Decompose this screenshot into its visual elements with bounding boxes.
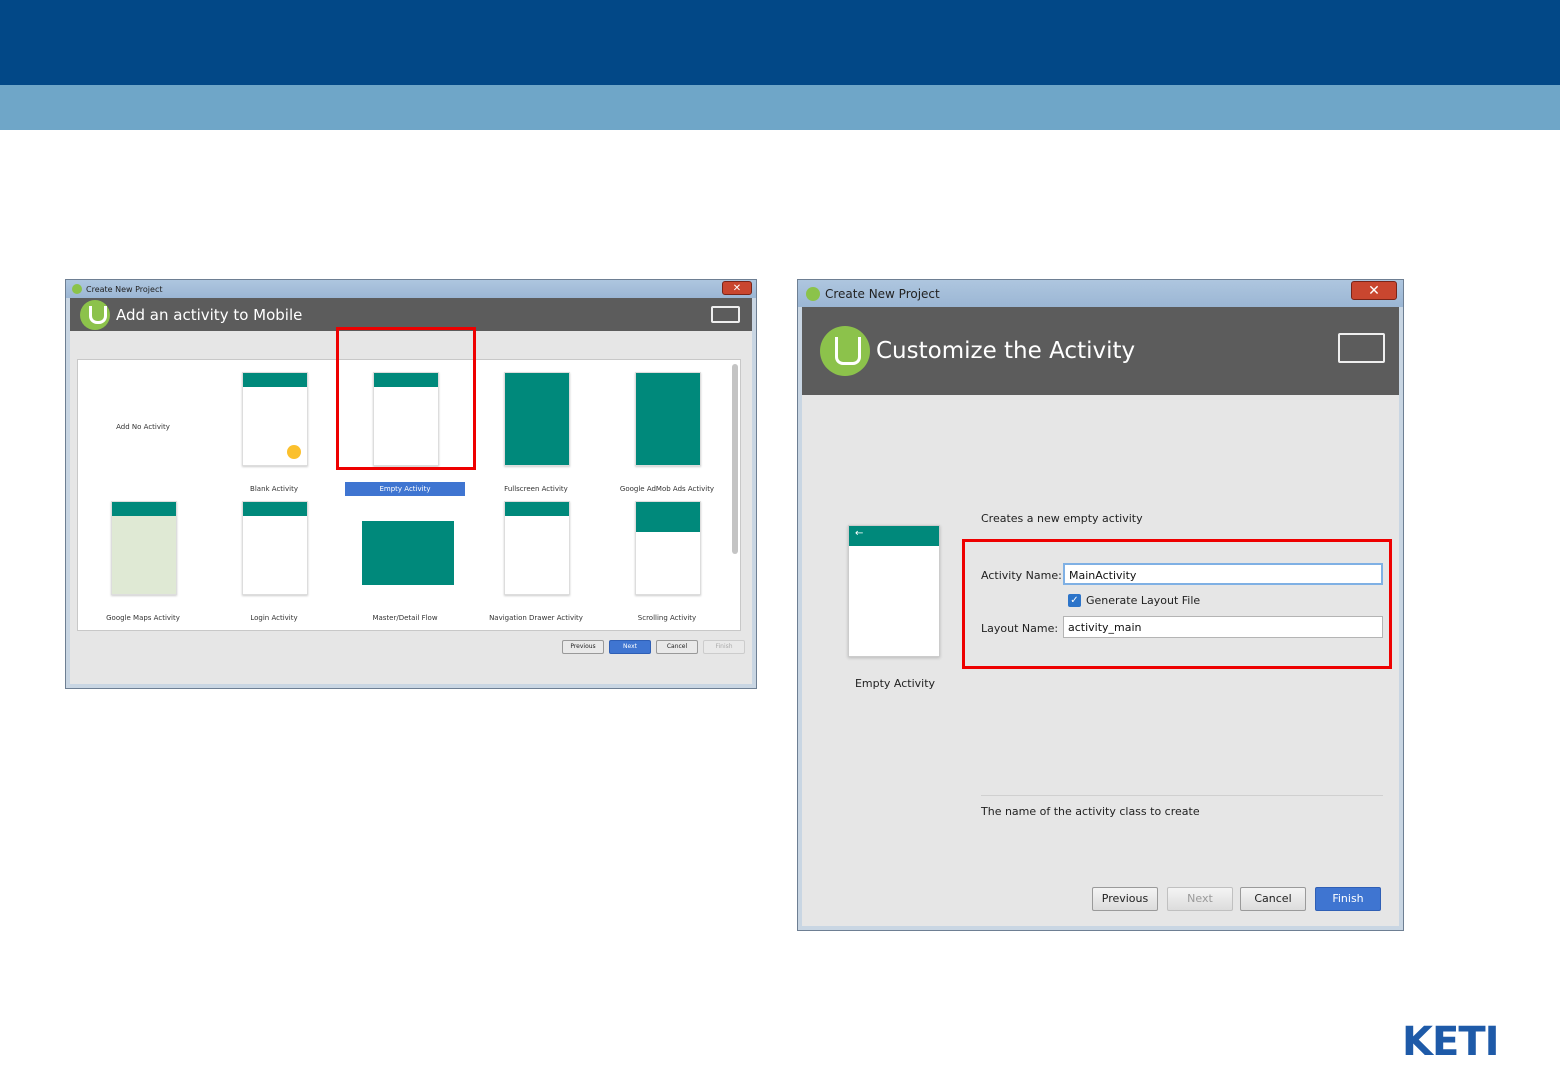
- tile-label: Master/Detail Flow: [372, 614, 438, 622]
- tile-scrolling-activity[interactable]: Scrolling Activity: [602, 491, 732, 622]
- create-project-window-customize: Create New Project ✕ Customize the Activ…: [797, 279, 1404, 931]
- layout-name-label: Layout Name:: [981, 622, 1059, 635]
- android-studio-icon: [72, 284, 82, 294]
- tile-admob-activity[interactable]: Google AdMob Ads Activity: [602, 362, 732, 493]
- activity-name-label: Activity Name:: [981, 569, 1062, 582]
- tile-label: Add No Activity: [116, 423, 170, 431]
- generate-layout-label: Generate Layout File: [1086, 594, 1201, 607]
- top-banner: [0, 0, 1560, 85]
- device-icon: [1338, 333, 1385, 363]
- back-arrow-icon: ←: [855, 528, 864, 539]
- keti-logo: KETI: [1402, 1019, 1500, 1065]
- window-title: Create New Project: [86, 284, 163, 294]
- blank-activity-thumbnail: [242, 372, 308, 466]
- android-studio-logo: [820, 326, 870, 376]
- next-button[interactable]: Next: [1167, 887, 1233, 911]
- android-studio-icon: [806, 286, 820, 301]
- tile-blank-activity[interactable]: Blank Activity: [209, 362, 339, 493]
- window-titlebar: Create New Project ✕: [66, 280, 756, 298]
- device-icon: [711, 306, 740, 323]
- generate-layout-checkbox[interactable]: ✓: [1068, 594, 1081, 607]
- window-titlebar: Create New Project ✕: [798, 280, 1403, 307]
- maps-activity-thumbnail: [111, 501, 177, 595]
- dialog-title: Customize the Activity: [876, 338, 1136, 364]
- login-activity-thumbnail: [242, 501, 308, 595]
- tile-label: Scrolling Activity: [637, 614, 697, 622]
- create-project-window-add-activity: Create New Project ✕ Add an activity to …: [65, 279, 757, 689]
- field-hint: The name of the activity class to create: [981, 805, 1200, 818]
- preview-label: Empty Activity: [854, 677, 936, 690]
- dialog-body: ← Empty Activity Creates a new empty act…: [802, 395, 1399, 926]
- master-detail-thumbnail: [362, 521, 454, 585]
- sub-banner: [0, 85, 1560, 130]
- nav-drawer-thumbnail: [504, 501, 570, 595]
- tile-google-maps-activity[interactable]: Google Maps Activity: [78, 491, 208, 622]
- activity-description: Creates a new empty activity: [981, 512, 1143, 525]
- empty-activity-preview: ←: [848, 525, 940, 657]
- dialog-title: Add an activity to Mobile: [116, 305, 303, 324]
- dialog-body: Add No Activity Blank Activity Empty Act…: [70, 327, 752, 684]
- close-button[interactable]: ✕: [1351, 281, 1397, 300]
- selection-highlight-box: [336, 327, 476, 470]
- close-button[interactable]: ✕: [722, 281, 752, 295]
- divider: [981, 795, 1383, 796]
- android-studio-logo: [80, 299, 110, 330]
- cancel-button[interactable]: Cancel: [1240, 887, 1306, 911]
- tile-fullscreen-activity[interactable]: Fullscreen Activity: [471, 362, 601, 493]
- activity-name-input[interactable]: MainActivity: [1063, 563, 1383, 585]
- tile-navigation-drawer-activity[interactable]: Navigation Drawer Activity: [471, 491, 601, 622]
- cancel-button[interactable]: Cancel: [656, 640, 698, 654]
- tile-add-no-activity[interactable]: Add No Activity: [78, 362, 208, 490]
- layout-name-input[interactable]: activity_main: [1063, 616, 1383, 638]
- finish-button[interactable]: Finish: [1315, 887, 1381, 911]
- tile-master-detail-flow[interactable]: Master/Detail Flow: [340, 491, 470, 622]
- previous-button[interactable]: Previous: [562, 640, 604, 654]
- tile-login-activity[interactable]: Login Activity: [209, 491, 339, 622]
- dialog-header: Customize the Activity: [802, 307, 1399, 395]
- next-button[interactable]: Next: [609, 640, 651, 654]
- window-title: Create New Project: [825, 286, 940, 301]
- finish-button[interactable]: Finish: [703, 640, 745, 654]
- fullscreen-activity-thumbnail: [504, 372, 570, 466]
- tile-label: Navigation Drawer Activity: [489, 614, 583, 622]
- scrolling-activity-thumbnail: [635, 501, 701, 595]
- admob-activity-thumbnail: [635, 372, 701, 466]
- tile-label: Login Activity: [250, 614, 298, 622]
- previous-button[interactable]: Previous: [1092, 887, 1158, 911]
- tile-label: Google Maps Activity: [106, 614, 180, 622]
- gallery-scrollbar[interactable]: [732, 364, 738, 554]
